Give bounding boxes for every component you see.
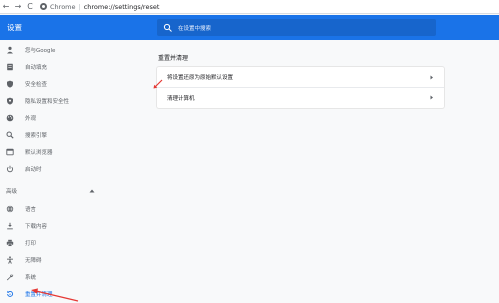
sidebar-item-label: 打印 (25, 241, 37, 247)
reset-card: 将设置还原为原始默认设置 清理计算机 (157, 67, 444, 108)
sidebar-item-label: 语言 (25, 207, 37, 213)
settings-sidebar: 您与Google 自动填充 安全检查 隐私设置和安全性 外观 搜索引擎 默认浏览… (0, 40, 140, 303)
restore-defaults-row[interactable]: 将设置还原为原始默认设置 (157, 67, 444, 87)
search-icon (163, 23, 172, 32)
sidebar-item-autofill[interactable]: 自动填充 (0, 59, 140, 75)
sidebar-item-label: 外观 (25, 116, 37, 122)
download-icon (7, 222, 13, 230)
reset-icon (7, 290, 14, 297)
sidebar-item-privacy[interactable]: 隐私设置和安全性 (0, 93, 140, 109)
print-icon (6, 239, 14, 247)
sidebar-item-safety-check[interactable]: 安全检查 (0, 76, 140, 92)
sidebar-item-label: 安全检查 (25, 82, 48, 88)
chrome-site-icon (40, 3, 47, 10)
power-icon (6, 165, 14, 173)
sidebar-item-label: 隐私设置和安全性 (25, 99, 70, 105)
accessibility-icon (7, 256, 13, 264)
sidebar-item-label: 下载内容 (25, 224, 48, 230)
annotation-arrow-icon (153, 79, 163, 89)
chevron-right-icon (430, 75, 433, 79)
settings-header: 设置 在设置中搜索 (0, 15, 499, 40)
palette-icon (6, 114, 14, 122)
search-icon (6, 131, 14, 139)
sidebar-item-downloads[interactable]: 下载内容 (0, 218, 140, 234)
page-title: 设置 (7, 23, 22, 32)
sidebar-item-label: 搜索引擎 (25, 133, 48, 139)
sidebar-item-appearance[interactable]: 外观 (0, 110, 140, 126)
shield-icon (7, 80, 13, 88)
person-icon (7, 46, 13, 54)
browser-toolbar: ← → C Chrome | chrome://settings/reset (0, 0, 499, 14)
sidebar-advanced-header[interactable]: 高级 (6, 187, 17, 195)
sidebar-item-label: 无障碍 (25, 258, 42, 264)
sidebar-item-printing[interactable]: 打印 (0, 235, 140, 251)
sidebar-item-languages[interactable]: 语言 (0, 201, 140, 217)
sidebar-item-system[interactable]: 系统 (0, 269, 140, 285)
privacy-shield-icon (7, 97, 13, 105)
autofill-icon (7, 63, 13, 71)
chrome-label: Chrome (50, 2, 76, 11)
search-input[interactable]: 在设置中搜索 (178, 24, 211, 32)
sidebar-item-label: 默认浏览器 (25, 150, 53, 156)
chevron-up-icon[interactable] (89, 188, 95, 194)
url-text[interactable]: chrome://settings/reset (84, 3, 160, 11)
sidebar-item-label: 您与Google (25, 48, 56, 54)
sidebar-item-label: 自动填充 (25, 65, 48, 71)
back-button[interactable]: ← (0, 0, 12, 14)
browser-icon (6, 148, 14, 156)
forward-button[interactable]: → (12, 0, 24, 14)
sidebar-item-you-and-google[interactable]: 您与Google (0, 42, 140, 58)
settings-search-box[interactable]: 在设置中搜索 (157, 19, 436, 36)
sidebar-item-search-engine[interactable]: 搜索引擎 (0, 127, 140, 143)
sidebar-item-label: 系统 (25, 275, 37, 281)
globe-icon (6, 205, 14, 213)
reload-button[interactable]: C (24, 0, 36, 14)
wrench-icon (6, 274, 14, 281)
row-label: 清理计算机 (167, 95, 195, 102)
sidebar-item-label: 启动时 (25, 167, 42, 173)
chevron-right-icon (430, 95, 433, 100)
url-separator: | (78, 2, 81, 11)
sidebar-item-accessibility[interactable]: 无障碍 (0, 252, 140, 268)
row-label: 将设置还原为原始默认设置 (167, 75, 234, 81)
sidebar-item-default-browser[interactable]: 默认浏览器 (0, 144, 140, 160)
section-title: 重置并清理 (158, 55, 189, 62)
clean-up-computer-row[interactable]: 清理计算机 (157, 87, 444, 107)
annotation-arrow-icon (31, 288, 79, 302)
address-bar[interactable]: Chrome | chrome://settings/reset (40, 1, 159, 12)
sidebar-item-on-startup[interactable]: 启动时 (0, 161, 140, 177)
